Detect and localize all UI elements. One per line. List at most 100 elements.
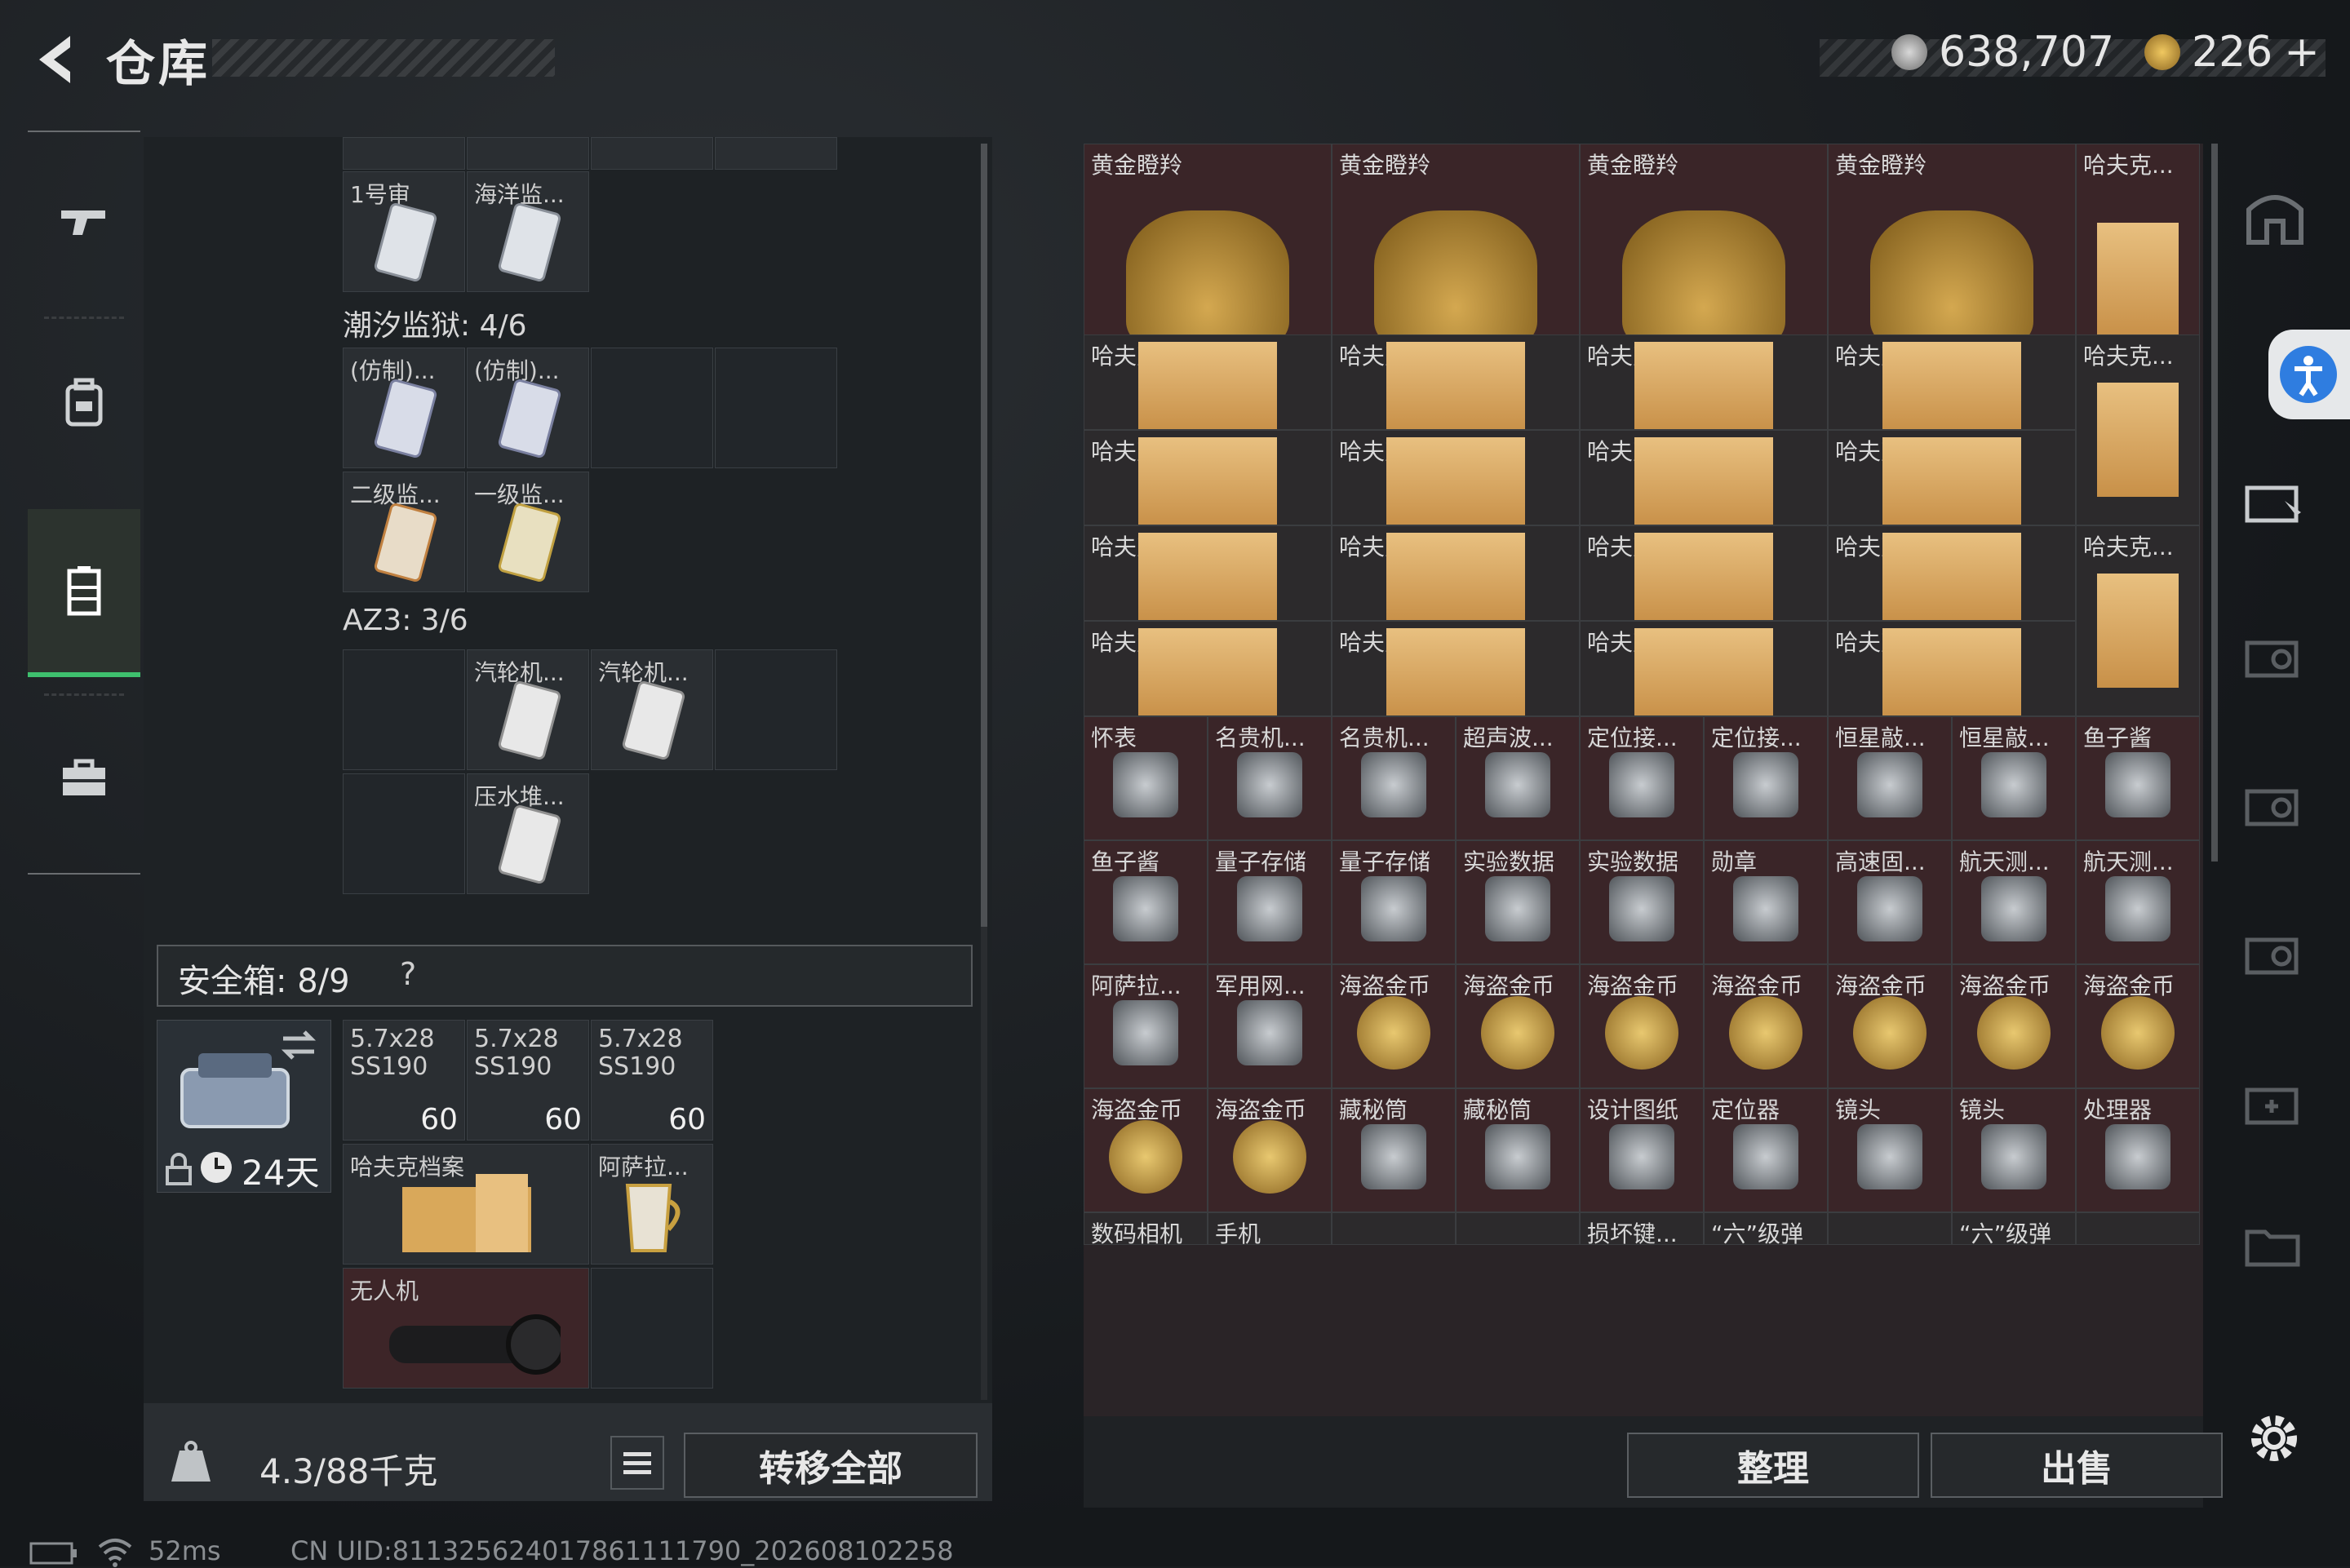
inventory-item[interactable]: “六”级弹 — [1704, 1212, 1828, 1246]
inventory-item[interactable]: “六”级弹 — [1952, 1212, 2076, 1246]
stash-slot-empty[interactable] — [591, 348, 713, 468]
inventory-item[interactable]: 名贵机... — [1332, 716, 1456, 841]
nav-item-locker[interactable] — [28, 509, 140, 677]
safe-item-ammo[interactable]: 5.7x28 SS190 60 — [591, 1020, 713, 1141]
inventory-item-document[interactable]: 哈夫克档案 — [1828, 621, 2076, 717]
inventory-item[interactable] — [1828, 1212, 1952, 1246]
inventory-item[interactable]: 海盗金币 — [1580, 964, 1704, 1089]
inventory-item-document[interactable]: 哈夫克档案 — [1828, 334, 2076, 431]
inventory-item-document[interactable]: 哈夫克档案 — [1580, 334, 1828, 431]
stash-item-keycard[interactable]: 汽轮机... — [591, 649, 713, 770]
inventory-item[interactable] — [1456, 1212, 1580, 1246]
stash-item-keycard[interactable]: 二级监... — [343, 472, 465, 592]
inventory-item[interactable]: 勋章 — [1704, 840, 1828, 965]
inventory-scrollbar[interactable] — [2211, 144, 2218, 862]
stash-item-keycard[interactable]: (仿制)... — [343, 348, 465, 468]
settings-gear-icon[interactable] — [2244, 1408, 2304, 1468]
inventory-item[interactable]: 量子存储 — [1208, 840, 1332, 965]
stash-item-keycard[interactable]: 压水堆... — [467, 773, 589, 894]
inventory-item-document[interactable]: 哈夫克档案 — [1580, 430, 1828, 526]
safe-item-ammo[interactable]: 5.7x28 SS190 60 — [343, 1020, 465, 1141]
inventory-item[interactable]: 恒星敲... — [1952, 716, 2076, 841]
stash-slot-empty[interactable] — [715, 348, 837, 468]
inventory-item[interactable]: 手机 — [1208, 1212, 1332, 1246]
stash-slot-empty[interactable] — [343, 773, 465, 894]
iv-tab[interactable] — [2236, 914, 2314, 987]
inventory-item-document[interactable]: 哈夫克档案 — [1828, 430, 2076, 526]
inventory-item[interactable]: 鱼子酱 — [2076, 716, 2200, 841]
inventory-item[interactable]: 镜头 — [1952, 1088, 2076, 1213]
inventory-item-document[interactable]: 哈夫克档案 — [1828, 525, 2076, 622]
stash-item-keycard[interactable]: (仿制)... — [467, 348, 589, 468]
safe-item-drone[interactable]: 无人机 — [343, 1268, 589, 1389]
inventory-item-document[interactable]: 哈夫克档案 — [1332, 430, 1580, 526]
inventory-item[interactable]: 实验数据 — [1580, 840, 1704, 965]
safe-slot-empty[interactable] — [591, 1268, 713, 1389]
v-tab-2[interactable] — [2236, 765, 2314, 839]
inventory-item[interactable]: 损坏键... — [1580, 1212, 1704, 1246]
transfer-all-button[interactable]: 转移全部 — [684, 1433, 978, 1498]
inventory-item[interactable]: 海盗金币 — [2076, 964, 2200, 1089]
swap-icon[interactable] — [278, 1029, 319, 1061]
list-view-button[interactable] — [610, 1436, 664, 1490]
sell-button[interactable]: 出售 — [1931, 1433, 2223, 1498]
inventory-item[interactable]: 恒星敲... — [1828, 716, 1952, 841]
v-tab[interactable] — [2236, 617, 2314, 690]
inventory-item-document[interactable]: 哈夫克档案 — [1580, 621, 1828, 717]
inventory-item-document[interactable]: 哈夫克... — [2076, 334, 2200, 526]
inventory-item[interactable]: 藏秘筒 — [1456, 1088, 1580, 1213]
inventory-item[interactable] — [2076, 1212, 2200, 1246]
inventory-item[interactable]: 藏秘筒 — [1332, 1088, 1456, 1213]
inventory-item[interactable]: 怀表 — [1084, 716, 1208, 841]
inventory-item[interactable]: 军用网... — [1208, 964, 1332, 1089]
inventory-item[interactable]: 航天测... — [1952, 840, 2076, 965]
currency-b[interactable]: 226 + — [2144, 28, 2320, 77]
back-arrow-icon[interactable] — [28, 31, 85, 88]
inventory-item-document[interactable]: 哈夫克档案 — [1084, 621, 1332, 717]
inventory-item[interactable]: 航天测... — [2076, 840, 2200, 965]
stash-slot-empty[interactable] — [343, 649, 465, 770]
inventory-item[interactable]: 海盗金币 — [1828, 964, 1952, 1089]
stash-item-keycard[interactable]: 汽轮机... — [467, 649, 589, 770]
inventory-item[interactable]: 设计图纸 — [1580, 1088, 1704, 1213]
inventory-item-document[interactable]: 哈夫克... — [2076, 525, 2200, 717]
inventory-item[interactable]: 定位接... — [1704, 716, 1828, 841]
inventory-item-document[interactable]: 哈夫克档案 — [1084, 430, 1332, 526]
inventory-item[interactable]: 定位器 — [1704, 1088, 1828, 1213]
gti-tab[interactable] — [2236, 462, 2314, 535]
inventory-item[interactable]: 量子存储 — [1332, 840, 1456, 965]
inventory-item-document[interactable]: 哈夫克档案 — [1580, 525, 1828, 622]
inventory-item[interactable]: 高速固... — [1828, 840, 1952, 965]
stash-scrollbar[interactable] — [981, 144, 987, 1400]
stash-slot[interactable] — [343, 137, 465, 170]
inventory-item-document[interactable]: 哈夫克档案 — [1332, 621, 1580, 717]
safe-item-mug[interactable]: 阿萨拉... — [591, 1144, 713, 1265]
nav-item-backpack[interactable] — [28, 321, 140, 485]
iv-folder-tab[interactable] — [2236, 1206, 2314, 1279]
organize-button[interactable]: 整理 — [1627, 1433, 1919, 1498]
inventory-item[interactable]: 鱼子酱 — [1084, 840, 1208, 965]
accessibility-button[interactable] — [2268, 330, 2350, 419]
inventory-item[interactable]: 定位接... — [1580, 716, 1704, 841]
stash-item-keycard[interactable]: 海洋监... — [467, 171, 589, 292]
inventory-item[interactable]: 处理器 — [2076, 1088, 2200, 1213]
nav-item-briefcase[interactable] — [28, 697, 140, 860]
safe-item-document[interactable]: 哈夫克档案 — [343, 1144, 589, 1265]
currency-b-plus[interactable]: + — [2284, 28, 2320, 77]
safe-item-ammo[interactable]: 5.7x28 SS190 60 — [467, 1020, 589, 1141]
iv-medkit-tab[interactable] — [2236, 1064, 2314, 1137]
inventory-item[interactable]: 海盗金币 — [1456, 964, 1580, 1089]
inventory-item[interactable]: 海盗金币 — [1084, 1088, 1208, 1213]
inventory-item[interactable]: 海盗金币 — [1208, 1088, 1332, 1213]
inventory-item[interactable]: 海盗金币 — [1952, 964, 2076, 1089]
stash-scrollbar-thumb[interactable] — [981, 144, 987, 927]
stash-slot[interactable] — [467, 137, 589, 170]
inventory-item[interactable]: 阿萨拉... — [1084, 964, 1208, 1089]
inventory-item[interactable]: 名贵机... — [1208, 716, 1332, 841]
stash-item-keycard[interactable]: 1号审 — [343, 171, 465, 292]
nav-item-weapons[interactable] — [28, 140, 140, 303]
inventory-item[interactable]: 实验数据 — [1456, 840, 1580, 965]
inventory-item-document[interactable]: 哈夫克档案 — [1084, 525, 1332, 622]
container-tab[interactable] — [2236, 181, 2314, 255]
inventory-item[interactable]: 海盗金币 — [1704, 964, 1828, 1089]
